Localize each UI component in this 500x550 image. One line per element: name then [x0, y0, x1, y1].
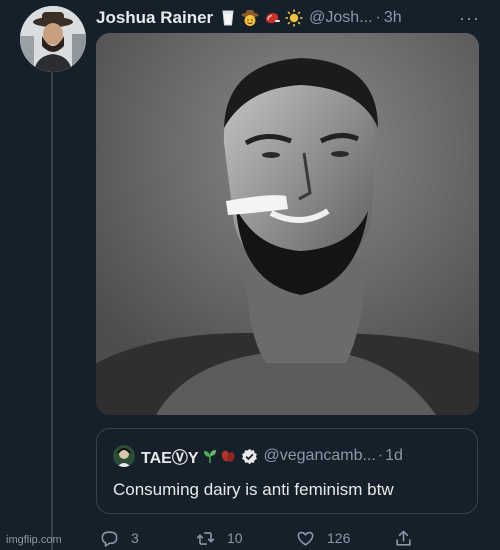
quoted-tweet-header: TAEⓋY @vegancamb... · 1d	[113, 445, 463, 467]
handle[interactable]: @Josh...	[309, 9, 372, 27]
more-options-icon[interactable]: ···	[459, 8, 488, 29]
like-count: 126	[327, 530, 351, 546]
tweet-image[interactable]	[96, 33, 479, 415]
share-icon	[396, 530, 411, 546]
verified-badge-icon	[241, 448, 257, 464]
tweet-actions: 3 10 126	[96, 526, 416, 550]
timestamp[interactable]: 3h	[384, 9, 402, 27]
name-emojis	[219, 9, 303, 27]
quoted-tweet-text: Consuming dairy is anti feminism btw	[113, 480, 394, 499]
cowboy-face-icon	[241, 10, 259, 26]
watermark: imgflip.com	[6, 534, 62, 546]
retweet-icon	[196, 531, 215, 545]
quoted-tweet[interactable]: TAEⓋY @vegancamb... · 1d Consuming dairy…	[96, 428, 478, 514]
reply-icon	[101, 530, 118, 547]
quoted-name-emojis	[202, 448, 236, 464]
like-button[interactable]: 126	[296, 529, 350, 548]
quoted-separator-dot: ·	[377, 447, 384, 464]
meat-icon	[266, 13, 281, 24]
thread-line	[51, 72, 53, 550]
tweet-header: Joshua Rainer @Josh... · 3h ···	[96, 6, 488, 30]
giga-chad-image	[96, 33, 479, 415]
seedling-icon	[203, 450, 216, 463]
retweet-count: 10	[227, 530, 243, 546]
milk-glass-icon	[222, 10, 234, 26]
heart-icon	[297, 531, 314, 546]
quoted-avatar-image	[113, 445, 135, 467]
reply-count: 3	[131, 530, 139, 546]
separator-dot: ·	[375, 9, 381, 26]
quoted-timestamp[interactable]: 1d	[385, 447, 403, 465]
reply-button[interactable]: 3	[100, 529, 139, 548]
display-name[interactable]: Joshua Rainer	[96, 8, 213, 28]
share-button[interactable]	[394, 529, 425, 548]
quoted-handle[interactable]: @vegancamb...	[264, 447, 376, 465]
sun-icon	[285, 9, 303, 27]
quoted-avatar[interactable]	[113, 445, 135, 467]
retweet-button[interactable]: 10	[196, 529, 243, 548]
quoted-display-name[interactable]: TAEⓋY	[141, 444, 199, 468]
avatar[interactable]	[20, 6, 86, 72]
beans-icon	[221, 450, 235, 462]
avatar-image	[20, 6, 86, 72]
